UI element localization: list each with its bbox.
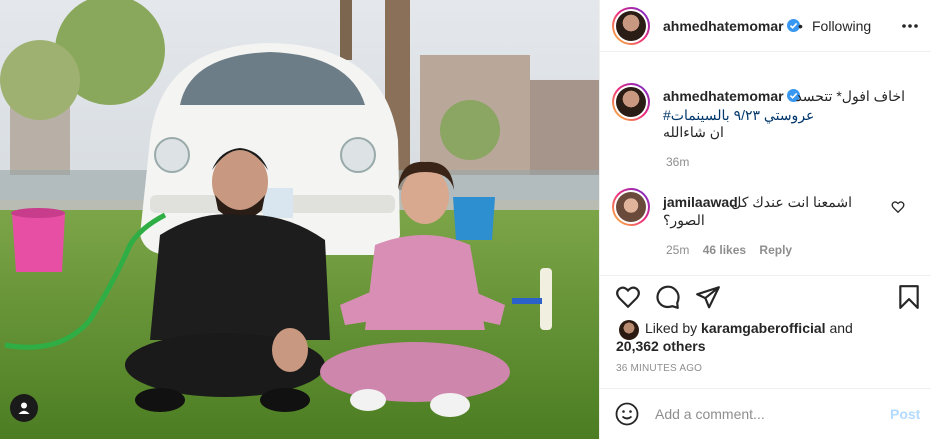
person-glyph xyxy=(18,402,30,414)
likes-count[interactable]: 20,362 others xyxy=(616,338,706,354)
add-comment-bar: Post xyxy=(600,388,931,439)
liker-avatar[interactable] xyxy=(619,320,639,340)
comment-heart-icon[interactable] xyxy=(891,200,905,214)
comment-text-line: اشمعنا انت عندك كل xyxy=(731,194,852,210)
liked-by-and: and xyxy=(829,320,853,336)
caption-username[interactable]: ahmedhatemomar xyxy=(663,88,800,104)
comment-likes[interactable]: 46 likes xyxy=(703,243,746,257)
post-button[interactable]: Post xyxy=(890,406,920,422)
liker-username[interactable]: karamgaberofficial xyxy=(701,320,826,336)
post-side-panel: ahmedhatemomar • Following ahmedhatemoma… xyxy=(599,0,931,439)
following-button[interactable]: Following xyxy=(812,18,871,34)
comment-text-line: الصور؟ xyxy=(663,212,705,228)
liked-by-prefix: Liked by xyxy=(645,320,698,336)
post-photo[interactable] xyxy=(0,0,599,439)
user-tag-icon[interactable] xyxy=(10,394,38,422)
emoji-icon[interactable] xyxy=(615,402,639,426)
photo-illustration xyxy=(0,0,599,439)
reply-button[interactable]: Reply xyxy=(759,243,792,257)
comment-meta: 25m 46 likes Reply xyxy=(666,243,802,257)
separator-dot: • xyxy=(798,18,803,34)
post-actions xyxy=(600,275,931,315)
caption-timestamp[interactable]: 36m xyxy=(666,155,689,169)
caption-hashtag[interactable]: عروستي ٩/٢٣ بالسينمات# xyxy=(663,107,903,124)
heart-icon[interactable] xyxy=(615,284,641,310)
caption-avatar[interactable] xyxy=(612,83,650,121)
post-timestamp[interactable]: 36 MINUTES AGO xyxy=(616,363,702,374)
commenter-username[interactable]: jamilaawad xyxy=(663,194,738,210)
comment-timestamp[interactable]: 25m xyxy=(666,243,689,257)
author-avatar[interactable] xyxy=(612,7,650,45)
share-icon[interactable] xyxy=(695,284,721,310)
bookmark-icon[interactable] xyxy=(896,284,922,310)
liked-by-text: Liked by karamgaberofficial and xyxy=(645,320,853,336)
caption-text-line: ان شاءالله xyxy=(663,124,724,140)
comment-input[interactable] xyxy=(655,404,865,424)
caption-text-line: اخاف افول* تتحسد xyxy=(795,88,905,104)
comment-icon[interactable] xyxy=(655,284,681,310)
author-username[interactable]: ahmedhatemomar xyxy=(663,18,800,34)
more-horizontal-icon[interactable] xyxy=(900,18,920,34)
commenter-avatar[interactable] xyxy=(612,188,650,226)
post-header: ahmedhatemomar • Following xyxy=(600,0,931,52)
